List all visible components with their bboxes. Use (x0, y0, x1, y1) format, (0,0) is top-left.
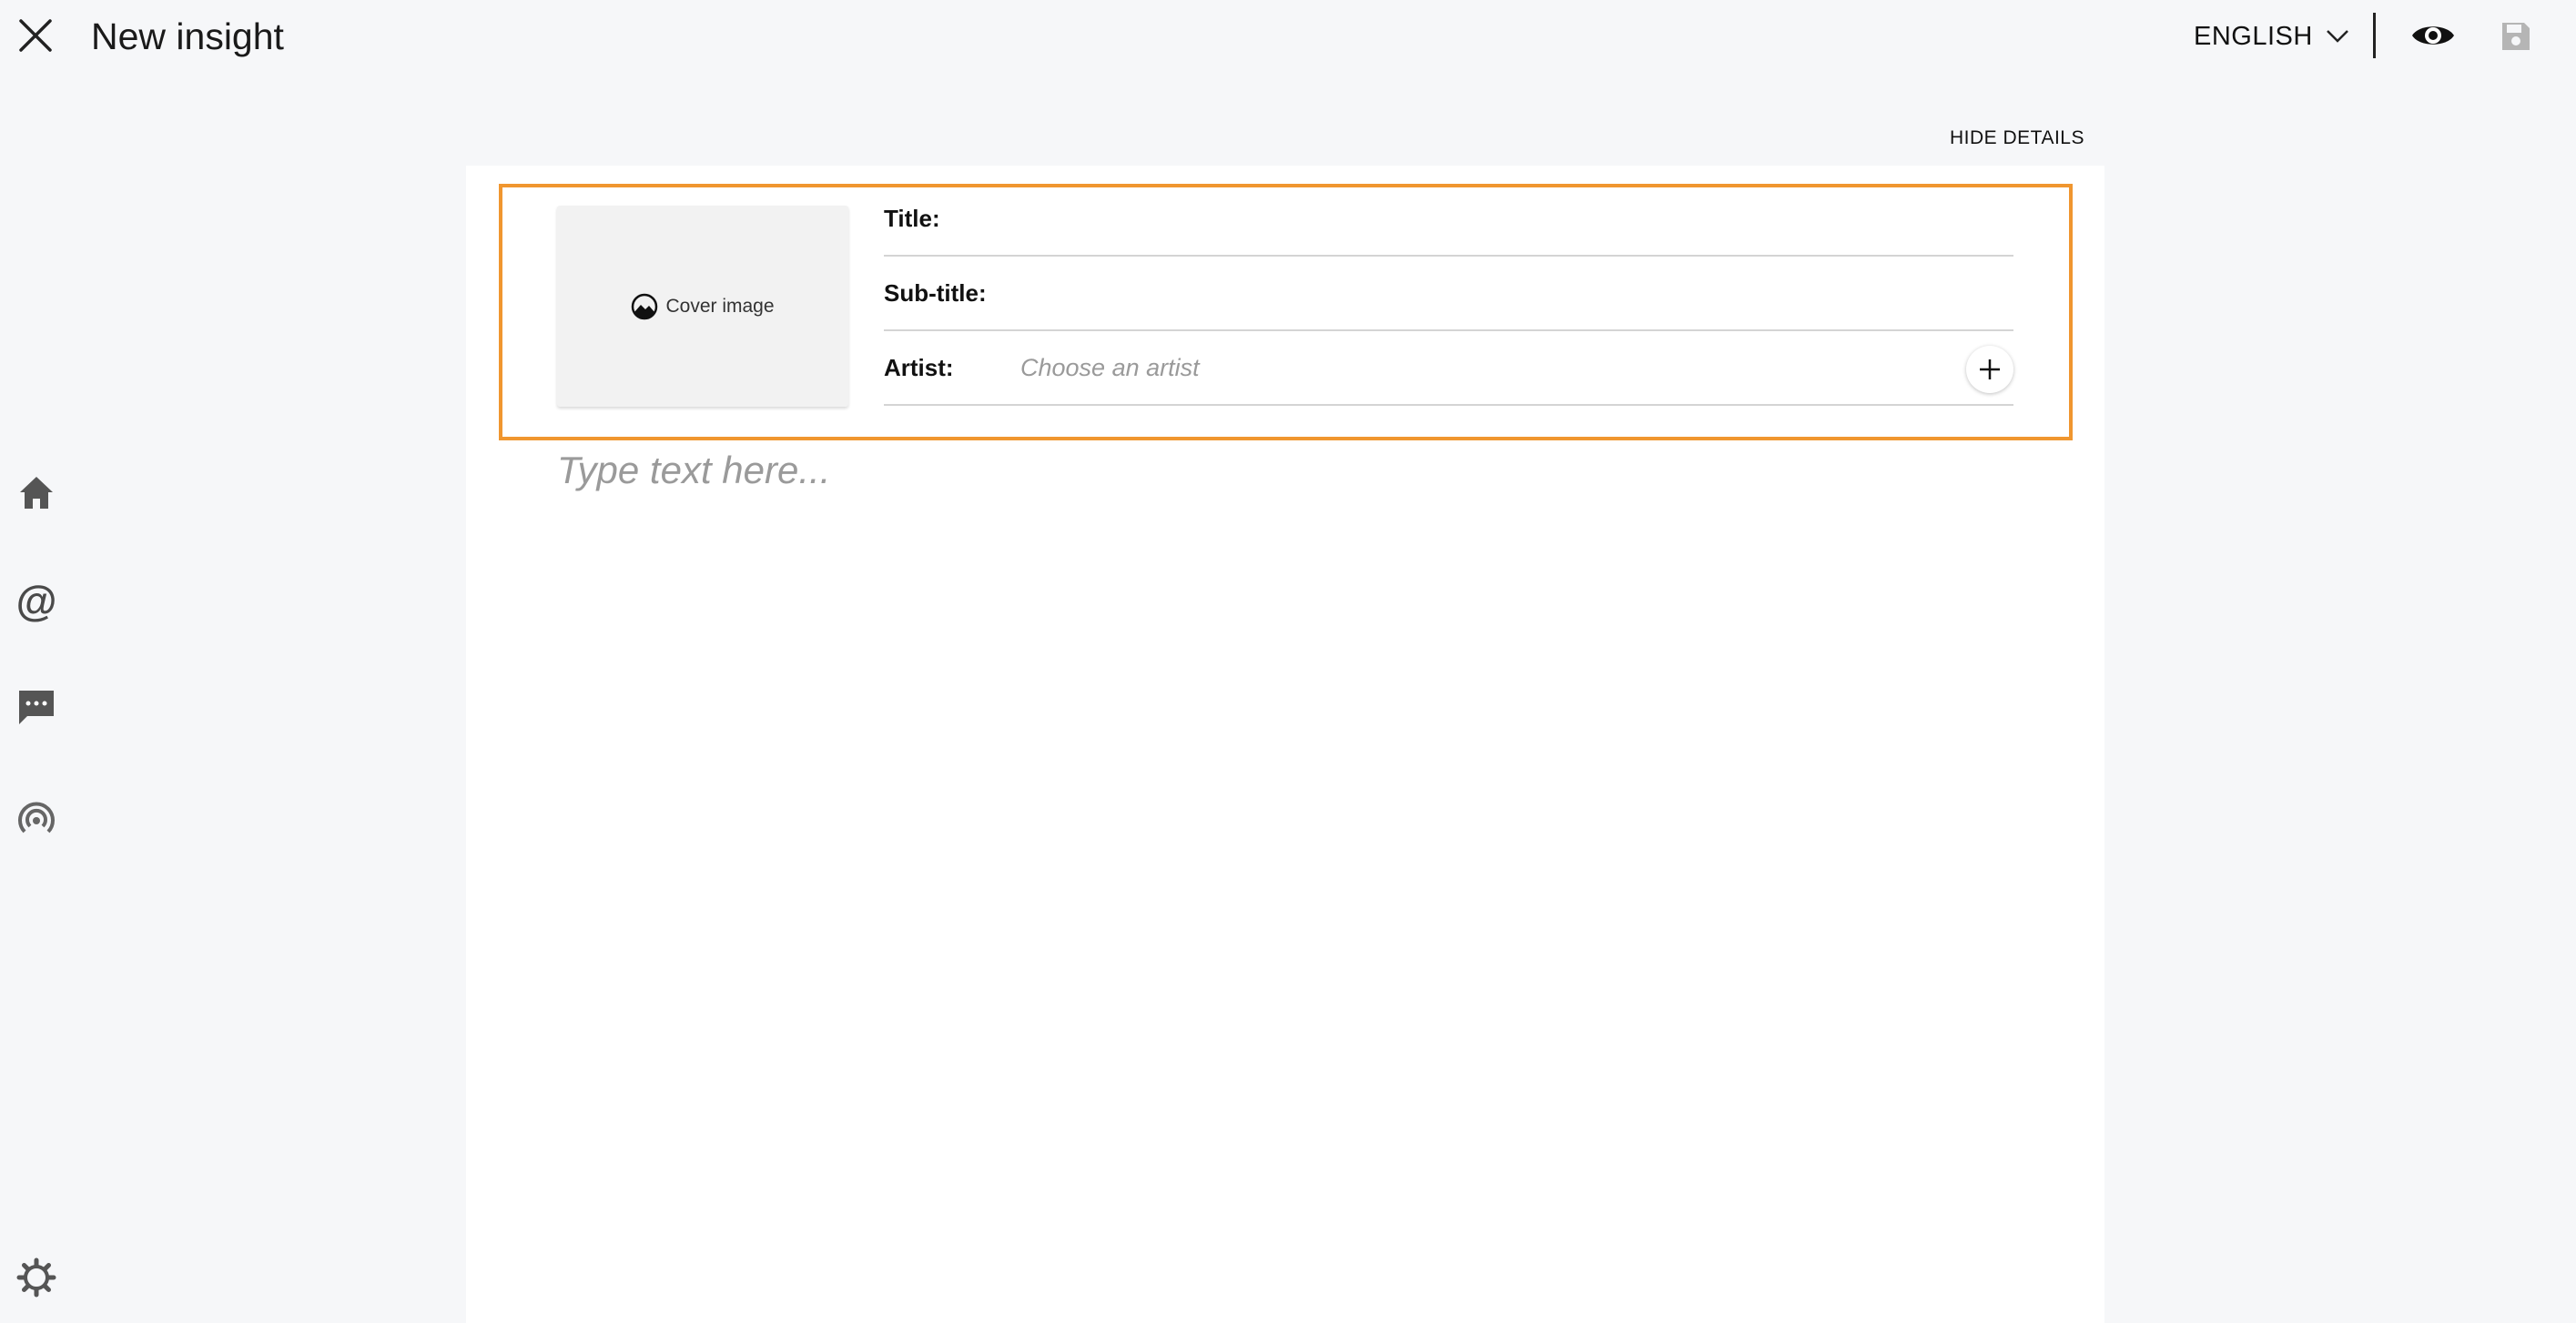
sidebar-item-home[interactable] (13, 470, 60, 517)
settings-button[interactable] (13, 1254, 60, 1301)
sidebar-item-broadcast[interactable] (13, 795, 60, 843)
subtitle-field-row: Sub-title: (884, 257, 2013, 331)
close-icon (19, 19, 52, 52)
page-title: New insight (91, 15, 284, 57)
image-icon (632, 293, 658, 319)
at-icon: @ (15, 577, 57, 624)
top-bar: New insight ENGLISH (0, 0, 2576, 73)
close-button[interactable] (16, 16, 55, 55)
title-field-row: Title: (884, 182, 2013, 257)
home-icon (20, 477, 53, 509)
title-label: Title: (884, 205, 940, 232)
plus-icon (1980, 359, 2000, 379)
artist-field-row: Artist: (884, 331, 2013, 406)
title-input[interactable] (1020, 195, 1931, 242)
preview-button[interactable] (2410, 18, 2456, 53)
add-artist-button[interactable] (1966, 346, 2013, 393)
chat-icon (19, 691, 54, 724)
subtitle-label: Sub-title: (884, 279, 987, 307)
artist-input[interactable] (1020, 344, 1931, 391)
artist-label: Artist: (884, 354, 954, 381)
gear-icon (16, 1257, 56, 1298)
save-button[interactable] (2498, 18, 2534, 55)
body-text-input[interactable] (557, 439, 2013, 502)
cover-image-picker[interactable]: Cover image (557, 206, 848, 407)
top-divider (2373, 13, 2376, 58)
hide-details-button[interactable]: HIDE DETAILS (1950, 127, 2084, 149)
cover-image-label: Cover image (665, 295, 775, 317)
sidebar-item-messages[interactable] (13, 684, 60, 732)
language-select[interactable]: ENGLISH (2194, 18, 2349, 55)
chevron-down-icon (2326, 30, 2348, 43)
language-label: ENGLISH (2194, 21, 2313, 51)
save-icon (2502, 23, 2530, 50)
broadcast-icon (18, 802, 55, 833)
sidebar-item-mentions[interactable]: @ (13, 577, 60, 624)
eye-icon (2412, 26, 2454, 45)
subtitle-input[interactable] (1020, 269, 1931, 317)
